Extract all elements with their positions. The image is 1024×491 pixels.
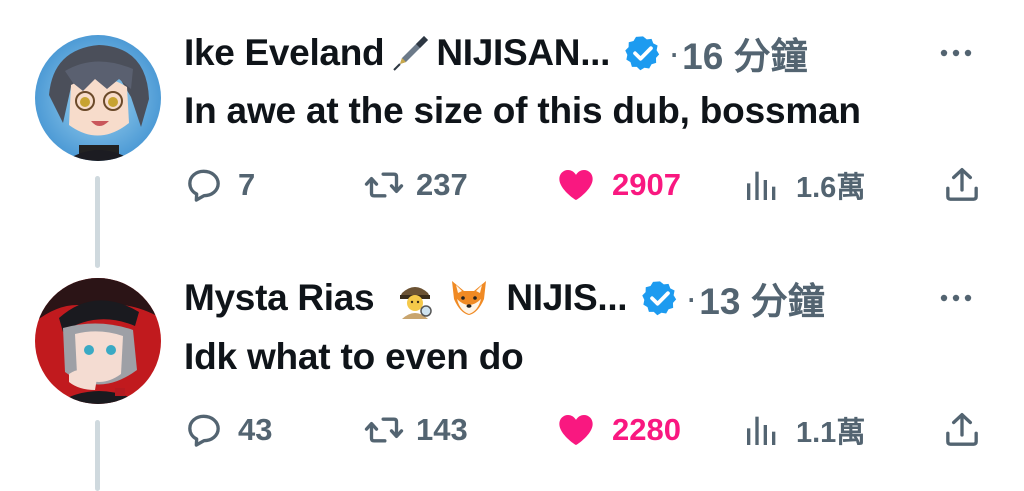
fox-emoji: [448, 277, 490, 319]
retweet-icon: [364, 417, 404, 443]
fountain-pen-emoji: [390, 32, 432, 74]
author-suffix[interactable]: NIJIS...: [506, 277, 627, 319]
share-button[interactable]: [942, 408, 982, 452]
reply-icon: [188, 414, 220, 447]
reply-button[interactable]: 43: [184, 408, 272, 452]
author-name[interactable]: Mysta Rias: [184, 277, 375, 319]
like-button[interactable]: 2907: [556, 163, 681, 207]
like-button[interactable]: 2280: [556, 408, 681, 452]
reply-count: 7: [238, 167, 256, 202]
verified-badge-icon: [641, 279, 679, 317]
share-icon: [946, 168, 978, 201]
action-bar: 43 143 2280 1.1萬: [184, 408, 984, 452]
separator-dot: ·: [668, 32, 681, 73]
heart-icon: [559, 170, 593, 200]
tweet[interactable]: Ike Eveland NIJISAN... · 16 分鐘 In awe at…: [0, 0, 1024, 240]
tweet-header: Ike Eveland NIJISAN... · 16 分鐘: [184, 28, 808, 78]
retweet-count: 237: [416, 167, 468, 202]
tweet[interactable]: Mysta Rias NIJIS... · 13 分鐘 Idk what to …: [0, 240, 1024, 491]
share-icon: [946, 413, 978, 446]
tweet-text: In awe at the size of this dub, bossman: [184, 90, 861, 131]
action-bar: 7 237 2907 1.6萬: [184, 163, 984, 207]
share-button[interactable]: [942, 163, 982, 207]
more-options-icon[interactable]: [936, 38, 976, 68]
heart-icon: [559, 415, 593, 445]
views-button[interactable]: 1.6萬: [742, 163, 865, 207]
views-icon: [747, 416, 776, 445]
reply-button[interactable]: 7: [184, 163, 255, 207]
like-count: 2280: [612, 412, 681, 447]
reply-icon: [188, 169, 220, 202]
views-count: 1.6萬: [796, 172, 866, 204]
timestamp[interactable]: 13 分鐘: [699, 271, 824, 325]
like-count: 2907: [612, 167, 681, 202]
views-button[interactable]: 1.1萬: [742, 408, 865, 452]
separator-dot: ·: [685, 277, 698, 318]
avatar[interactable]: [35, 35, 161, 161]
tweet-text: Idk what to even do: [184, 336, 524, 377]
avatar[interactable]: [35, 278, 161, 404]
views-icon: [747, 171, 776, 200]
retweet-count: 143: [416, 412, 468, 447]
detective-emoji: [394, 277, 436, 319]
tweet-header: Mysta Rias NIJIS... · 13 分鐘: [184, 273, 825, 323]
retweet-icon: [364, 172, 404, 198]
verified-badge-icon: [624, 34, 662, 72]
reply-count: 43: [238, 412, 273, 447]
more-options-icon[interactable]: [936, 283, 976, 313]
timestamp[interactable]: 16 分鐘: [682, 26, 807, 80]
retweet-button[interactable]: 237: [364, 163, 468, 207]
author-name[interactable]: Ike Eveland: [184, 32, 385, 74]
author-suffix[interactable]: NIJISAN...: [436, 32, 610, 74]
retweet-button[interactable]: 143: [364, 408, 468, 452]
views-count: 1.1萬: [796, 417, 866, 449]
